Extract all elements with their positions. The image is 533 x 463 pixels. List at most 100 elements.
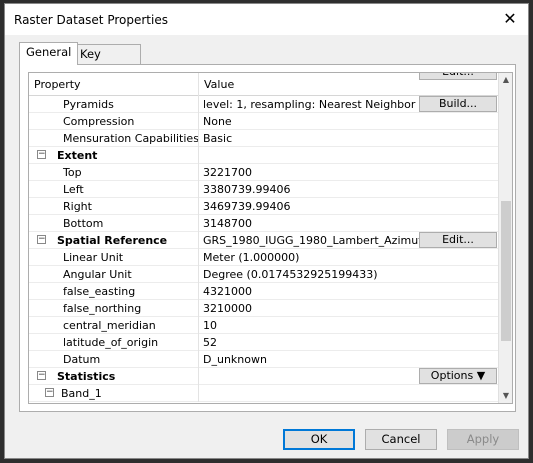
table-row[interactable]: central_meridian 10	[29, 317, 499, 334]
value-cell: 10	[199, 317, 499, 334]
table-row[interactable]: Datum D_unknown	[29, 351, 499, 368]
ok-button[interactable]: OK	[283, 429, 355, 450]
property-value: Meter (1.000000)	[203, 251, 300, 264]
property-cell: Bottom	[29, 215, 199, 232]
scroll-up-icon[interactable]: ▲	[499, 73, 512, 87]
edit-button-partial[interactable]: Edit...	[419, 73, 497, 80]
value-cell: D_unknown	[199, 351, 499, 368]
general-tab-panel: Property Value Edit... Pyramids level: 1,…	[19, 64, 516, 412]
cancel-button[interactable]: Cancel	[365, 429, 437, 450]
property-cell: Right	[29, 198, 199, 215]
row-action-button[interactable]: Build...	[419, 96, 497, 112]
property-value: None	[203, 115, 232, 128]
raster-properties-dialog: Raster Dataset Properties ✕ General Key …	[4, 3, 529, 459]
property-label: Band_1	[61, 387, 102, 400]
property-cell: − Statistics	[29, 368, 199, 385]
collapse-icon[interactable]: −	[37, 371, 46, 380]
table-row[interactable]: latitude_of_origin 52	[29, 334, 499, 351]
property-label: Statistics	[57, 370, 116, 383]
property-cell: Angular Unit	[29, 266, 199, 283]
row-action-button[interactable]: Options ▼	[419, 368, 497, 384]
value-cell: 3380739.99406	[199, 181, 499, 198]
property-cell: Linear Unit	[29, 249, 199, 266]
table-row[interactable]: Right 3469739.99406	[29, 198, 499, 215]
table-row[interactable]: Compression None	[29, 113, 499, 130]
vertical-scrollbar[interactable]: ▲ ▼	[498, 73, 512, 403]
property-label: Compression	[63, 115, 135, 128]
table-row[interactable]: Mensuration Capabilities Basic	[29, 130, 499, 147]
table-row[interactable]: Linear Unit Meter (1.000000)	[29, 249, 499, 266]
property-label: Spatial Reference	[57, 234, 168, 247]
close-icon[interactable]: ✕	[500, 9, 520, 29]
property-cell: central_meridian	[29, 317, 199, 334]
window-title: Raster Dataset Properties	[14, 13, 168, 27]
property-value: 3469739.99406	[203, 200, 291, 213]
property-label: Right	[63, 200, 92, 213]
row-action-button[interactable]: Edit...	[419, 232, 497, 248]
table-row[interactable]: − Spatial Reference GRS_1980_IUGG_1980_Lam…	[29, 232, 499, 249]
tab-key-metadata[interactable]: Key Metadata	[73, 44, 142, 79]
value-cell: 3221700	[199, 164, 499, 181]
property-value: 52	[203, 336, 217, 349]
property-label: Left	[63, 183, 84, 196]
collapse-icon[interactable]: −	[45, 388, 54, 397]
table-row[interactable]: Bottom 3148700	[29, 215, 499, 232]
property-value: 3148700	[203, 217, 252, 230]
grid-rows: Pyramids level: 1, resampling: Nearest Ne…	[29, 96, 499, 402]
value-cell: None	[199, 113, 499, 130]
table-row[interactable]: − Extent	[29, 147, 499, 164]
property-cell: − Spatial Reference	[29, 232, 199, 249]
property-label: Linear Unit	[63, 251, 124, 264]
property-value: GRS_1980_IUGG_1980_Lambert_Azimutha	[203, 234, 437, 247]
value-cell: Meter (1.000000)	[199, 249, 499, 266]
property-label: Angular Unit	[63, 268, 132, 281]
property-cell: − Extent	[29, 147, 199, 164]
property-value: 3210000	[203, 302, 252, 315]
property-label: central_meridian	[63, 319, 156, 332]
scroll-thumb[interactable]	[501, 201, 511, 341]
property-value: level: 1, resampling: Nearest Neighbor	[203, 98, 416, 111]
property-value: 3380739.99406	[203, 183, 291, 196]
property-label: false_northing	[63, 302, 142, 315]
table-row[interactable]: Left 3380739.99406	[29, 181, 499, 198]
table-row[interactable]: − Band_1	[29, 385, 499, 402]
property-value: 10	[203, 319, 217, 332]
property-cell: Top	[29, 164, 199, 181]
property-value: Degree (0.0174532925199433)	[203, 268, 378, 281]
property-cell: Compression	[29, 113, 199, 130]
property-cell: false_northing	[29, 300, 199, 317]
table-row[interactable]: Top 3221700	[29, 164, 499, 181]
property-label: false_easting	[63, 285, 136, 298]
apply-button[interactable]: Apply	[447, 429, 519, 450]
property-label: Mensuration Capabilities	[63, 132, 199, 145]
table-row[interactable]: − Statistics Options ▼	[29, 368, 499, 385]
property-label: Datum	[63, 353, 101, 366]
value-cell: Degree (0.0174532925199433)	[199, 266, 499, 283]
value-cell: 4321000	[199, 283, 499, 300]
value-cell: 3469739.99406	[199, 198, 499, 215]
property-value: D_unknown	[203, 353, 267, 366]
value-cell	[199, 147, 499, 164]
property-label: latitude_of_origin	[63, 336, 159, 349]
collapse-icon[interactable]: −	[37, 235, 46, 244]
grid-header: Property Value Edit...	[29, 73, 499, 96]
property-cell: Left	[29, 181, 199, 198]
property-value: Basic	[203, 132, 233, 145]
property-value: 3221700	[203, 166, 252, 179]
table-row[interactable]: Angular Unit Degree (0.0174532925199433)	[29, 266, 499, 283]
property-label: Bottom	[63, 217, 104, 230]
property-cell: Datum	[29, 351, 199, 368]
value-cell: 3210000	[199, 300, 499, 317]
scroll-down-icon[interactable]: ▼	[499, 389, 512, 403]
tab-general[interactable]: General	[19, 42, 79, 65]
collapse-icon[interactable]: −	[37, 150, 46, 159]
property-label: Extent	[57, 149, 98, 162]
property-value: 4321000	[203, 285, 252, 298]
property-cell: Mensuration Capabilities	[29, 130, 199, 147]
table-row[interactable]: Pyramids level: 1, resampling: Nearest Ne…	[29, 96, 499, 113]
property-label: Pyramids	[63, 98, 114, 111]
title-bar: Raster Dataset Properties ✕	[5, 4, 528, 35]
value-cell	[199, 385, 499, 402]
table-row[interactable]: false_northing 3210000	[29, 300, 499, 317]
table-row[interactable]: false_easting 4321000	[29, 283, 499, 300]
